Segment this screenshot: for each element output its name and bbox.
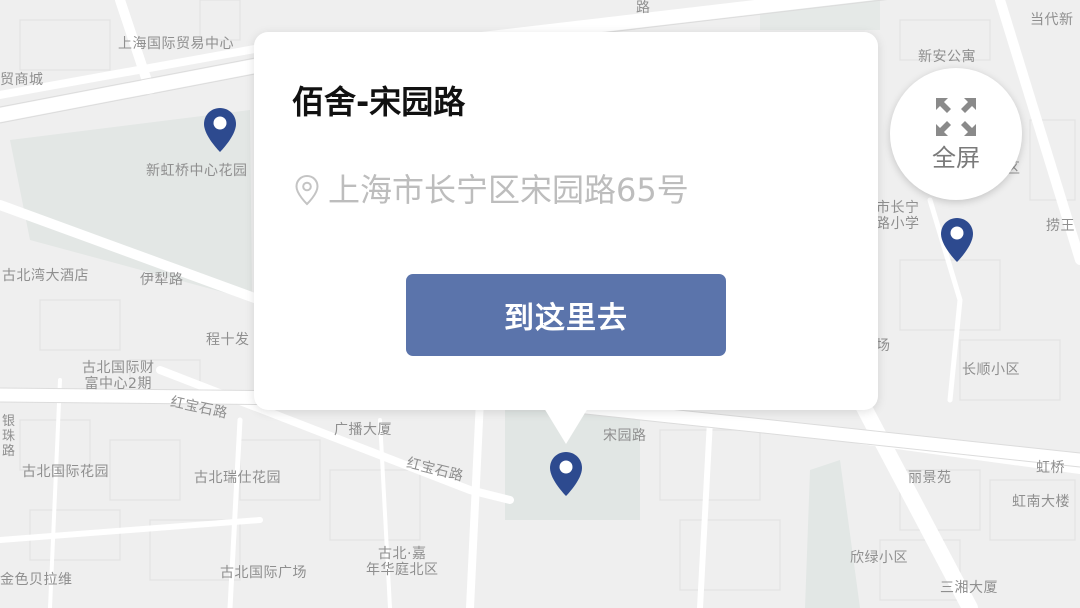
location-outline-icon bbox=[295, 174, 319, 206]
fullscreen-button[interactable]: 全屏 bbox=[890, 68, 1022, 200]
map-label: 贸商城 bbox=[0, 72, 44, 88]
map-label: 银 珠 路 bbox=[2, 414, 16, 459]
map-label: 上海国际贸易中心 bbox=[118, 36, 234, 52]
map-label: 伊犁路 bbox=[140, 272, 184, 288]
map-label: 金色贝拉维 bbox=[0, 572, 73, 588]
map-label: 场 bbox=[876, 338, 891, 354]
navigate-here-button[interactable]: 到这里去 bbox=[406, 274, 726, 356]
map-label: 古北·嘉 年华庭北区 bbox=[366, 546, 439, 578]
map-label: 虹南大楼 bbox=[1012, 494, 1070, 510]
map-label: 广播大厦 bbox=[334, 422, 392, 438]
map-pin-icon[interactable] bbox=[939, 216, 975, 264]
map-pin-icon[interactable] bbox=[202, 106, 238, 154]
map-label: 长顺小区 bbox=[962, 362, 1020, 378]
map-label: 古北国际花园 bbox=[22, 464, 109, 480]
map-label: 新安公寓 bbox=[918, 49, 976, 65]
map-label: 程十发 bbox=[206, 332, 250, 348]
map-label: 古北国际广场 bbox=[220, 565, 307, 581]
map-label: 古北湾大酒店 bbox=[2, 268, 89, 284]
map-label: 路 bbox=[636, 0, 651, 16]
map-label: 市长宁 路小学 bbox=[876, 200, 920, 232]
map-label: 宋园路 bbox=[603, 428, 647, 444]
expand-arrows-icon bbox=[936, 98, 976, 136]
location-info-popup: 佰舍-宋园路 上海市长宁区宋园路65号 到这里去 bbox=[254, 32, 878, 444]
fullscreen-label: 全屏 bbox=[932, 144, 980, 172]
location-title: 佰舍-宋园路 bbox=[292, 83, 466, 121]
map-label: 古北国际财 富中心2期 bbox=[82, 360, 155, 392]
map-label: 欣绿小区 bbox=[850, 550, 908, 566]
address-text: 上海市长宁区宋园路65号 bbox=[328, 171, 689, 209]
map-label: 新虹桥中心花园 bbox=[146, 163, 248, 179]
popup-pointer bbox=[544, 408, 588, 444]
map-label: 当代新 bbox=[1030, 12, 1074, 28]
map-label: 虹桥 bbox=[1036, 460, 1065, 476]
map-label: 捞王 bbox=[1046, 218, 1075, 234]
location-address: 上海市长宁区宋园路65号 bbox=[294, 170, 689, 210]
map-label: 古北瑞仕花园 bbox=[194, 470, 281, 486]
map-label: 三湘大厦 bbox=[940, 580, 998, 596]
map-label: 丽景苑 bbox=[908, 470, 952, 486]
park-area bbox=[805, 460, 860, 608]
selected-map-pin-icon[interactable] bbox=[548, 450, 584, 498]
